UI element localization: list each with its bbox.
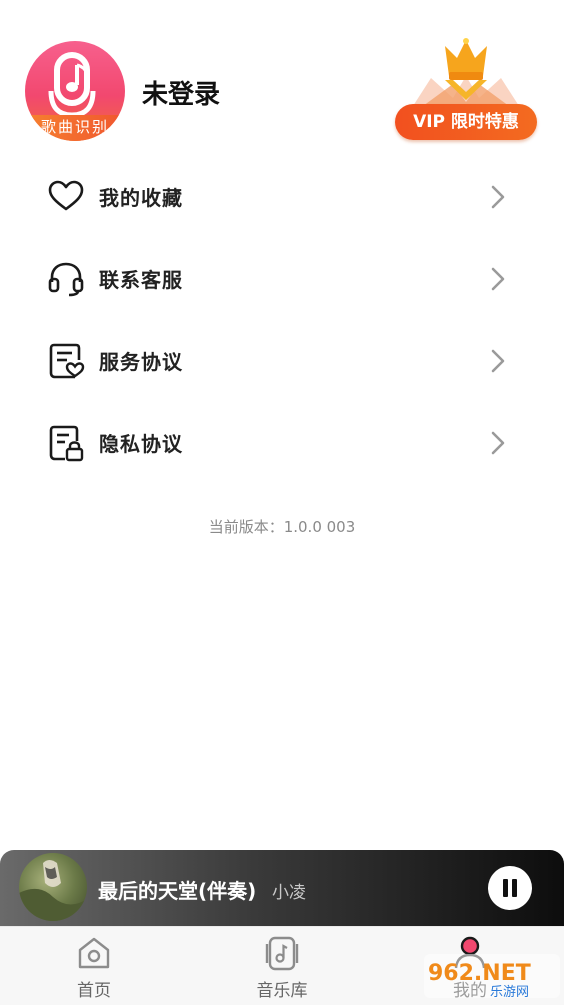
tab-label: 首页 [77,981,111,1001]
mini-player[interactable]: 最后的天堂(伴奏) 小凌 [0,850,564,926]
pause-button[interactable] [488,866,532,910]
app-logo[interactable]: 歌曲识别 [25,41,125,141]
tab-music-library[interactable]: 音乐库 [188,927,376,1005]
watermark-text: 962.NET [428,961,531,986]
document-heart-icon [49,343,85,379]
logo-caption: 歌曲识别 [25,115,125,141]
menu-label: 服务协议 [99,350,183,374]
menu-item-customer-service[interactable]: 联系客服 [0,238,564,320]
vip-offer-label: VIP 限时特惠 [395,104,537,140]
pause-icon-bar [512,879,517,897]
home-icon [78,937,110,969]
watermark-subtext: 乐游网 [490,985,529,1000]
site-watermark: 962.NET 乐游网 [424,952,560,1000]
chevron-right-icon [491,185,505,209]
login-status[interactable]: 未登录 [142,74,220,111]
menu-item-service-agreement[interactable]: 服务协议 [0,320,564,402]
crown-icon [413,38,519,106]
menu-item-favorites[interactable]: 我的收藏 [0,156,564,238]
document-lock-icon [49,425,84,462]
headset-icon [48,262,84,297]
chevron-right-icon [491,349,505,373]
chevron-right-icon [491,267,505,291]
menu-label: 我的收藏 [99,186,183,210]
menu-item-privacy-policy[interactable]: 隐私协议 [0,402,564,484]
music-library-icon [265,936,299,971]
watermark-logo: 962.NET 乐游网 [424,954,560,1000]
profile-header: 歌曲识别 未登录 VIP 限时特惠 [0,0,564,160]
app-version: 当前版本：1.0.0 003 [208,518,356,536]
vip-promo-badge[interactable]: VIP 限时特惠 [393,36,539,144]
menu-label: 隐私协议 [99,432,183,456]
chevron-right-icon [491,431,505,455]
menu-label: 联系客服 [99,268,183,292]
tab-label: 音乐库 [256,981,308,1001]
song-title: 最后的天堂(伴奏) [98,879,257,903]
settings-menu: 我的收藏 联系客服 服务协议 隐私协议 [0,156,564,484]
album-cover-image [19,860,87,921]
tab-home[interactable]: 首页 [0,927,188,1005]
song-artist: 小凌 [272,883,306,903]
album-art[interactable] [19,853,87,921]
pause-icon [503,879,508,897]
heart-icon [48,180,84,211]
